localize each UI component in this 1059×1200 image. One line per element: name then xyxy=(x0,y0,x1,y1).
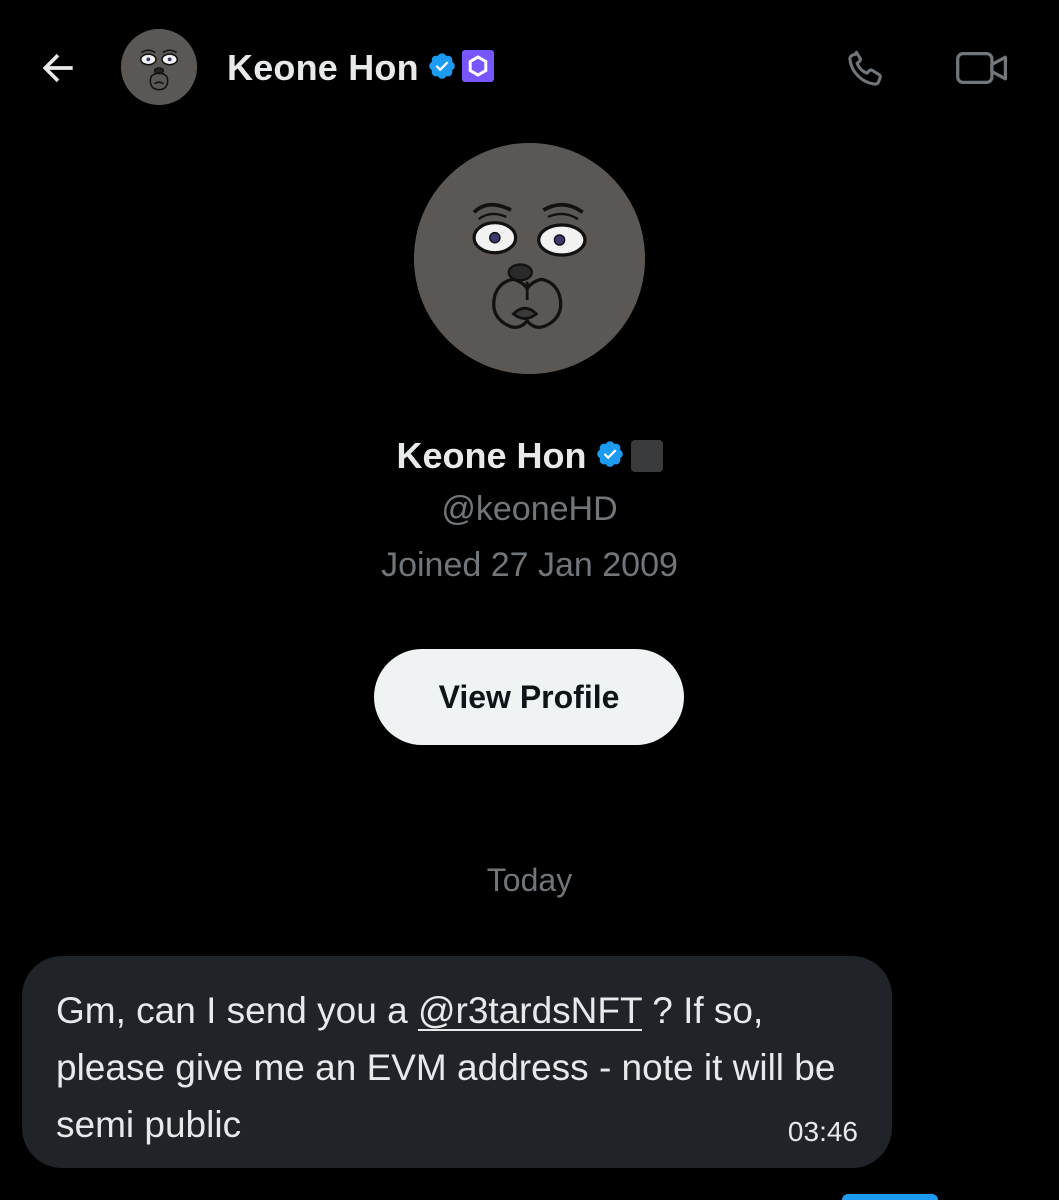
call-button[interactable] xyxy=(838,40,894,96)
message-timestamp: 03:46 xyxy=(787,1116,858,1147)
profile-joined-date: Joined 27 Jan 2009 xyxy=(381,546,678,584)
video-camera-icon xyxy=(956,51,1008,85)
dog-face-avatar-icon xyxy=(121,29,197,105)
composer-accent xyxy=(842,1194,938,1200)
header-avatar[interactable] xyxy=(121,29,197,105)
mention-link[interactable]: @r3tardsNFT xyxy=(418,990,642,1031)
affiliate-badge-icon xyxy=(461,49,495,88)
phone-icon xyxy=(848,50,882,86)
message-bubble[interactable]: Gm, can I send you a @r3tardsNFT ? If so… xyxy=(22,956,892,1168)
profile-name-row: Keone Hon xyxy=(0,432,1059,480)
view-profile-button[interactable]: View Profile xyxy=(374,649,684,745)
header-name-group[interactable]: Keone Hon xyxy=(227,42,495,94)
affiliate-badge-icon xyxy=(630,440,663,472)
message-text: Gm, can I send you a @r3tardsNFT ? If so… xyxy=(56,982,856,1153)
profile-handle: @keoneHD xyxy=(441,490,618,528)
arrow-left-icon xyxy=(42,53,73,83)
back-button[interactable] xyxy=(30,40,86,96)
header-name: Keone Hon xyxy=(227,47,419,88)
date-divider: Today xyxy=(486,862,573,898)
verified-badge-icon xyxy=(427,51,457,86)
profile-avatar[interactable] xyxy=(414,143,645,374)
dog-face-avatar-icon xyxy=(414,143,645,374)
profile-name: Keone Hon xyxy=(396,435,587,476)
message-text-before: Gm, can I send you a xyxy=(56,990,418,1031)
video-call-button[interactable] xyxy=(950,40,1014,96)
conversation-header: Keone Hon xyxy=(0,0,1059,135)
verified-badge-icon xyxy=(595,439,625,474)
